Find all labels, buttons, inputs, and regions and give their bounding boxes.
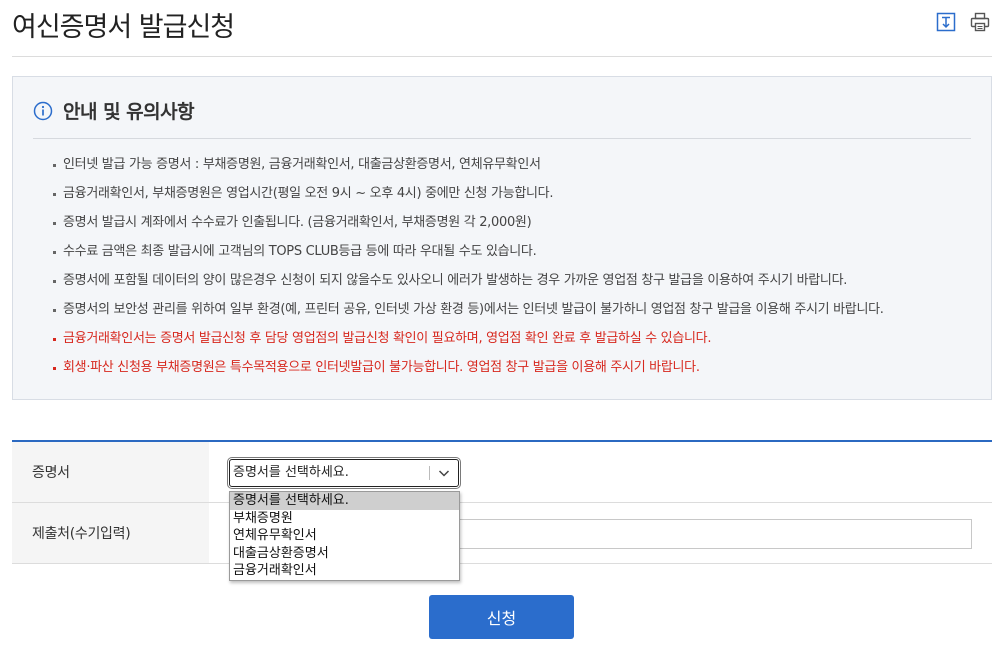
certificate-select[interactable]: 증명서를 선택하세요. (227, 457, 461, 489)
notice-item: 증명서의 보안성 관리를 위하여 일부 환경(예, 프린터 공유, 인터넷 가상… (53, 301, 884, 330)
download-icon[interactable] (936, 12, 956, 32)
notice-box: 안내 및 유의사항 인터넷 발급 가능 증명서 : 부채증명원, 금융거래확인서… (12, 76, 992, 400)
title-tools (936, 12, 990, 32)
notice-item: 인터넷 발급 가능 증명서 : 부채증명원, 금융거래확인서, 대출금상환증명서… (53, 156, 884, 185)
recipient-row: 제출처(수기입력) (12, 503, 992, 564)
notice-item: 회생·파산 신청용 부채증명원은 특수목적용으로 인터넷발급이 불가능합니다. … (53, 359, 884, 388)
print-icon[interactable] (970, 12, 990, 32)
notice-divider (33, 138, 971, 139)
certificate-option[interactable]: 대출금상환증명서 (230, 545, 459, 563)
notice-item: 금융거래확인서, 부채증명원은 영업시간(평일 오전 9시 ~ 오후 4시) 중… (53, 185, 884, 214)
submit-button[interactable]: 신청 (429, 595, 574, 639)
certificate-option[interactable]: 부채증명원 (230, 510, 459, 528)
certificate-row: 증명서 증명서를 선택하세요. (12, 442, 992, 503)
certificate-option[interactable]: 금융거래확인서 (230, 562, 459, 580)
chevron-down-icon (438, 470, 450, 477)
notice-item: 증명서에 포함될 데이터의 양이 많은경우 신청이 되지 않을수도 있사오니 에… (53, 272, 884, 301)
info-icon (33, 101, 53, 120)
certificate-option[interactable]: 연체유무확인서 (230, 527, 459, 545)
certificate-label: 증명서 (12, 442, 209, 502)
certificate-select-value: 증명서를 선택하세요. (233, 465, 349, 480)
select-separator (429, 466, 430, 480)
notice-list: 인터넷 발급 가능 증명서 : 부채증명원, 금융거래확인서, 대출금상환증명서… (53, 156, 884, 388)
notice-item: 금융거래확인서는 증명서 발급신청 후 담당 영업점의 발급신청 확인이 필요하… (53, 330, 884, 359)
certificate-option[interactable]: 증명서를 선택하세요. (230, 492, 459, 510)
notice-header: 안내 및 유의사항 (33, 97, 195, 124)
notice-item: 수수료 금액은 최종 발급시에 고객님의 TOPS CLUB등급 등에 따라 우… (53, 243, 884, 272)
recipient-label: 제출처(수기입력) (12, 503, 209, 563)
certificate-dropdown: 증명서를 선택하세요. 부채증명원 연체유무확인서 대출금상환증명서 금융거래확… (229, 491, 460, 581)
notice-item: 증명서 발급시 계좌에서 수수료가 인출됩니다. (금융거래확인서, 부채증명원… (53, 214, 884, 243)
title-divider (12, 56, 992, 57)
notice-title: 안내 및 유의사항 (63, 101, 195, 123)
page-title: 여신증명서 발급신청 (12, 12, 235, 43)
